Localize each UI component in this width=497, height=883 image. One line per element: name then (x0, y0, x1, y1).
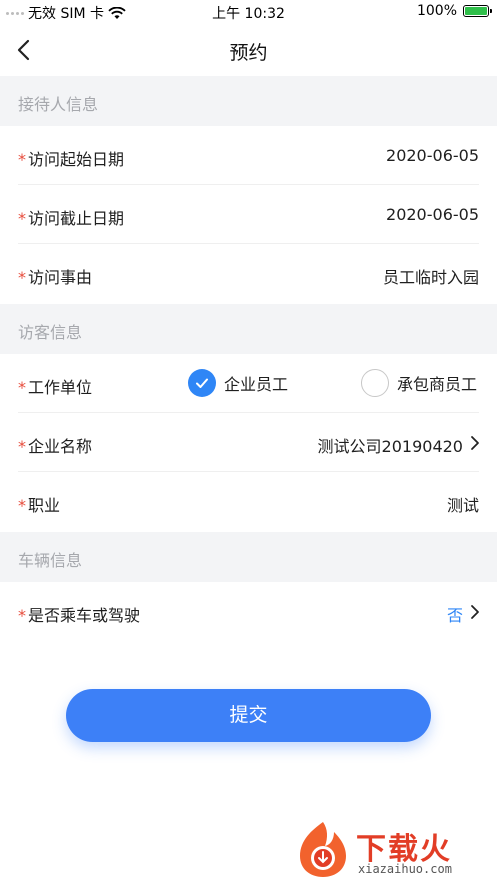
section-header-vehicle: 车辆信息 (0, 532, 497, 582)
field-label: * 工作单位 (18, 374, 92, 398)
divider (18, 184, 479, 185)
label-text: 职业 (28, 496, 61, 515)
divider (18, 471, 479, 472)
section-title: 访客信息 (18, 323, 83, 342)
label-text: 访问起始日期 (28, 150, 125, 169)
row-visit-start-date[interactable]: * 访问起始日期 2020-06-05 (0, 127, 497, 185)
section-header-visitor: 访客信息 (0, 304, 497, 354)
radio-employee[interactable]: 企业员工 (188, 369, 288, 397)
section-title: 车辆信息 (18, 551, 83, 570)
status-bar: 无效 SIM 卡 上午 10:32 100% (0, 0, 497, 24)
visit-reason-value[interactable]: 员工临时入园 (383, 264, 479, 288)
required-mark: * (18, 378, 26, 397)
label-text: 访问截止日期 (28, 209, 125, 228)
field-label: * 访问截止日期 (18, 205, 124, 229)
battery-percent: 100% (416, 3, 457, 19)
radio-label-contractor: 承包商员工 (397, 375, 478, 394)
nav-bar: 预约 (0, 24, 497, 76)
field-label: * 企业名称 (18, 433, 92, 457)
required-mark: * (18, 606, 26, 625)
row-vehicle[interactable]: * 是否乘车或驾驶 否 (0, 583, 497, 641)
watermark-url: xiazaihuo.com (358, 862, 452, 876)
required-mark: * (18, 268, 26, 287)
vehicle-value[interactable]: 否 (447, 602, 463, 626)
divider (18, 243, 479, 244)
field-label: * 职业 (18, 492, 60, 516)
section-header-host: 接待人信息 (0, 76, 497, 126)
row-company-name[interactable]: * 企业名称 测试公司20190420 (0, 414, 497, 472)
occupation-value[interactable]: 测试 (447, 492, 479, 516)
radio-label-employee: 企业员工 (224, 375, 289, 394)
required-mark: * (18, 496, 26, 515)
field-label: * 访问起始日期 (18, 146, 124, 170)
divider (18, 412, 479, 413)
company-name-value[interactable]: 测试公司20190420 (318, 433, 463, 457)
chevron-right-icon[interactable] (469, 604, 481, 620)
radio-unchecked-icon[interactable] (361, 369, 389, 397)
watermark-logo: 下载火 xiazaihuo.com (292, 818, 492, 880)
label-text: 工作单位 (28, 378, 93, 397)
page-title: 预约 (229, 42, 268, 64)
required-mark: * (18, 209, 26, 228)
flame-logo-icon (300, 822, 346, 877)
required-mark: * (18, 150, 26, 169)
submit-button[interactable]: 提交 (66, 689, 431, 742)
row-work-unit: * 工作单位 企业员工 承包商员工 (0, 355, 497, 413)
chevron-right-icon[interactable] (469, 435, 481, 451)
check-icon (196, 378, 208, 388)
required-mark: * (18, 437, 26, 456)
label-text: 访问事由 (28, 268, 93, 287)
radio-contractor[interactable]: 承包商员工 (361, 369, 477, 397)
field-label: * 是否乘车或驾驶 (18, 602, 140, 626)
row-visit-end-date[interactable]: * 访问截止日期 2020-06-05 (0, 186, 497, 244)
radio-checked-icon[interactable] (188, 369, 216, 397)
visit-start-date-value[interactable]: 2020-06-05 (386, 146, 479, 165)
label-text: 企业名称 (28, 437, 93, 456)
label-text: 是否乘车或驾驶 (28, 606, 141, 625)
field-label: * 访问事由 (18, 264, 92, 288)
status-right: 100% (416, 3, 492, 19)
row-occupation[interactable]: * 职业 测试 (0, 473, 497, 531)
section-title: 接待人信息 (18, 95, 99, 114)
battery-icon (463, 5, 492, 17)
row-visit-reason[interactable]: * 访问事由 员工临时入园 (0, 245, 497, 303)
visit-end-date-value[interactable]: 2020-06-05 (386, 205, 479, 224)
